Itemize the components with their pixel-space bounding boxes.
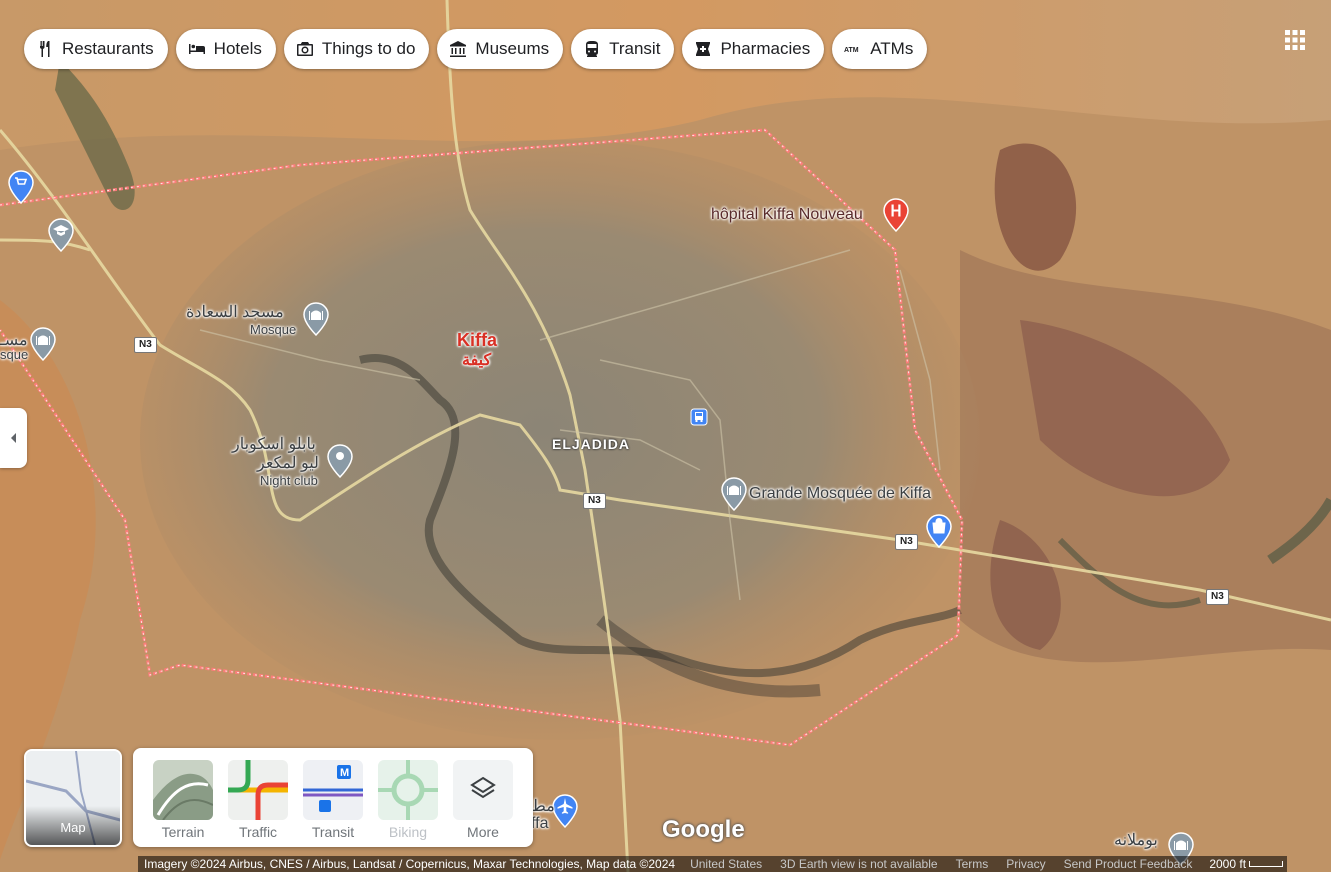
school-pin-icon[interactable] <box>48 218 74 252</box>
transit-icon: M <box>303 760 363 820</box>
footer-link-region[interactable]: United States <box>681 856 772 872</box>
footer-link-feedback[interactable]: Send Product Feedback <box>1054 856 1202 872</box>
mosque-label[interactable]: Grande Mosquée de Kiffa <box>749 485 931 503</box>
chip-things-to-do[interactable]: Things to do <box>283 29 430 69</box>
terrain-icon <box>153 760 213 820</box>
layer-options-panel: Terrain Traffic M Transit Biking More <box>133 748 533 847</box>
layer-label: Traffic <box>238 824 278 840</box>
chip-label: Hotels <box>213 39 262 58</box>
chip-label: Transit <box>609 39 661 58</box>
chip-label: Pharmacies <box>720 39 811 58</box>
road-shield: N3 <box>583 493 606 509</box>
hospital-label[interactable]: hôpital Kiffa Nouveau <box>711 206 863 224</box>
layer-label: Transit <box>311 824 355 840</box>
chip-label: Things to do <box>321 39 416 58</box>
scale-control[interactable]: 2000 ft <box>1201 856 1288 872</box>
footer-link-3d-earth[interactable]: 3D Earth view is not available <box>771 856 947 872</box>
airport-label-partial[interactable]: ffa <box>531 815 549 833</box>
hospital-pin-icon[interactable] <box>883 198 909 232</box>
train-icon <box>586 41 599 57</box>
chip-transit[interactable]: Transit <box>571 29 675 69</box>
map-layer-toggle[interactable]: Map <box>24 749 122 847</box>
category-chips: Restaurants Hotels Things to do Museums … <box>24 29 928 69</box>
svg-text:M: M <box>340 767 349 779</box>
place-type-label: Mosque <box>250 322 297 337</box>
svg-text:ATM: ATM <box>844 47 859 54</box>
chip-hotels[interactable]: Hotels <box>175 29 276 69</box>
map-footer: Imagery ©2024 Airbus, CNES / Airbus, Lan… <box>138 856 1331 872</box>
scale-label: 2000 ft <box>1209 857 1247 871</box>
chip-label: ATMs <box>870 39 914 58</box>
road-shield: N3 <box>134 337 157 353</box>
apps-grid-icon[interactable] <box>1284 29 1306 51</box>
bed-icon <box>188 44 205 54</box>
chip-atms[interactable]: ATM ATMs <box>832 29 928 69</box>
road-shield: N3 <box>895 534 918 550</box>
layer-biking[interactable]: Biking <box>378 760 438 847</box>
layer-traffic[interactable]: Traffic <box>228 760 288 847</box>
chip-restaurants[interactable]: Restaurants <box>24 29 168 69</box>
shopping-bag-pin-icon[interactable] <box>926 514 952 548</box>
atm-icon: ATM <box>844 47 859 54</box>
airport-label-arabic-partial[interactable]: مط <box>531 796 555 816</box>
layer-more[interactable]: More <box>453 760 513 847</box>
layer-terrain[interactable]: Terrain <box>153 760 213 847</box>
nightclub-label-arabic[interactable]: بابلو اسكوبار <box>232 434 316 454</box>
airport-pin-icon[interactable] <box>552 794 578 828</box>
pharmacy-icon <box>696 42 711 56</box>
mosque-pin-icon[interactable] <box>303 302 329 336</box>
shopping-pin-icon[interactable] <box>8 170 34 204</box>
chevron-left-icon <box>10 433 16 443</box>
place-type-label: Night club <box>260 473 318 488</box>
camera-icon <box>296 42 313 56</box>
district-label[interactable]: ELJADIDA <box>552 436 630 452</box>
layers-icon <box>453 760 513 820</box>
chip-museums[interactable]: Museums <box>437 29 564 69</box>
museum-icon <box>450 41 467 57</box>
layer-thumb-label: Map <box>60 820 86 835</box>
city-label[interactable]: Kiffa <box>457 330 497 351</box>
place-label-arabic[interactable]: بوملانه <box>1114 830 1158 850</box>
traffic-icon <box>228 760 288 820</box>
place-type-label: sque <box>0 347 29 362</box>
layer-transit[interactable]: M Transit <box>303 760 363 847</box>
chip-label: Restaurants <box>62 39 154 58</box>
road-shield: N3 <box>1206 589 1229 605</box>
layer-label: More <box>467 824 499 840</box>
mosque-pin-icon[interactable] <box>721 477 747 511</box>
scale-bar <box>1249 861 1284 867</box>
nightclub-label-arabic-2[interactable]: ليو لمكعر <box>257 453 319 473</box>
collapse-side-panel-button[interactable] <box>0 408 27 468</box>
footer-link-terms[interactable]: Terms <box>946 856 998 872</box>
place-pin-icon[interactable] <box>327 444 353 478</box>
google-logo: Google <box>662 816 745 843</box>
mosque-pin-icon[interactable] <box>30 327 56 361</box>
fork-knife-icon <box>40 41 50 57</box>
chip-pharmacies[interactable]: Pharmacies <box>682 29 825 69</box>
chip-label: Museums <box>475 39 550 58</box>
imagery-attribution: Imagery ©2024 Airbus, CNES / Airbus, Lan… <box>138 856 682 872</box>
footer-link-privacy[interactable]: Privacy <box>997 856 1055 872</box>
bus-stop-icon[interactable] <box>690 408 708 426</box>
city-label-arabic[interactable]: كيفة <box>462 350 491 370</box>
mosque-label-arabic[interactable]: مسجد السعادة <box>186 302 284 322</box>
layer-label: Terrain <box>161 824 205 840</box>
layer-label: Biking <box>388 824 428 840</box>
biking-icon <box>378 760 438 820</box>
satellite-map[interactable] <box>0 0 1331 872</box>
